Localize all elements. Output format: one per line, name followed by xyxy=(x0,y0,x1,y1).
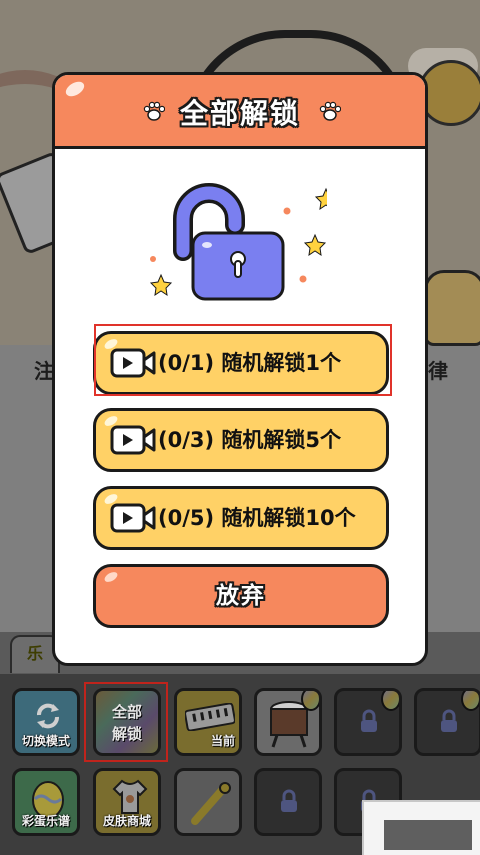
egg-score-label: 彩蛋乐谱 xyxy=(21,814,70,828)
unlock-10-progress: (0/5) xyxy=(158,506,215,530)
locked-tile[interactable] xyxy=(334,688,402,756)
lock-icon xyxy=(441,709,457,732)
skin-shop-label: 皮肤商城 xyxy=(102,814,151,828)
unlock-all-line1: 全部 xyxy=(111,703,142,721)
rubber-chicken-icon xyxy=(191,782,231,825)
switch-mode-label: 切换模式 xyxy=(21,734,70,748)
dialog-header: 全部解锁 xyxy=(55,75,425,149)
corner-card-shadow xyxy=(384,820,472,850)
skin-shop-tile[interactable]: 皮肤商城 xyxy=(93,768,161,836)
locked-dancer-tile[interactable] xyxy=(414,688,480,756)
egg-badge-icon xyxy=(461,691,479,711)
dialog-title: 全部解锁 xyxy=(179,97,300,130)
unlock-all-line2: 解锁 xyxy=(111,725,142,743)
shirt-icon xyxy=(112,779,148,814)
paw-icon xyxy=(319,101,341,121)
current-label: 当前 xyxy=(210,734,235,748)
unlock-10-button[interactable]: (0/5) 随机解锁10个 xyxy=(93,486,389,550)
unlock-all-tile[interactable]: 全部 解锁 xyxy=(93,688,161,756)
cat-decoration xyxy=(424,270,480,346)
unlock-1-text: (0/1) 随机解锁1个 xyxy=(158,334,378,392)
keyboard-instrument-tile[interactable]: 当前 xyxy=(174,688,242,756)
lock-icon xyxy=(361,709,377,732)
unlock-1-progress: (0/1) xyxy=(158,351,215,375)
unlock-5-text: (0/3) 随机解锁5个 xyxy=(158,411,378,469)
unlock-all-tile-text: 全部 解锁 xyxy=(96,701,158,745)
left-edge-text: 注 xyxy=(34,359,54,383)
keyboard-icon xyxy=(185,703,235,731)
switch-mode-tile[interactable]: 切换模式 xyxy=(12,688,80,756)
unlock-all-dialog: 全部解锁 (0/1) 随机解锁1个 (0/3) 随机解锁5个 (0/5) 随机解… xyxy=(52,72,428,666)
right-edge-text: 律 xyxy=(428,359,448,383)
egg-badge-icon xyxy=(301,691,319,711)
drum-instrument-tile[interactable] xyxy=(254,688,322,756)
unlock-10-label: 随机解锁10个 xyxy=(221,506,356,530)
locked-tile[interactable] xyxy=(254,768,322,836)
unlock-1-label: 随机解锁1个 xyxy=(221,351,342,375)
video-ad-icon xyxy=(110,348,156,378)
unlock-5-progress: (0/3) xyxy=(158,428,215,452)
egg-score-tile[interactable]: 彩蛋乐谱 xyxy=(12,768,80,836)
unlock-5-label: 随机解锁5个 xyxy=(221,428,342,452)
give-up-label: 放弃 xyxy=(216,583,266,609)
refresh-icon xyxy=(37,703,59,729)
unlock-5-button[interactable]: (0/3) 随机解锁5个 xyxy=(93,408,389,472)
lock-icon xyxy=(281,789,297,812)
rubber-chicken-tile[interactable] xyxy=(174,768,242,836)
corner-overlay-card xyxy=(362,800,480,855)
unlock-10-text: (0/5) 随机解锁10个 xyxy=(158,489,378,547)
video-ad-icon xyxy=(110,503,156,533)
give-up-button[interactable]: 放弃 xyxy=(93,564,389,628)
unlocked-padlock-icon xyxy=(149,183,327,301)
egg-badge-icon xyxy=(381,691,399,711)
video-ad-icon xyxy=(110,425,156,455)
unlock-1-button[interactable]: (0/1) 随机解锁1个 xyxy=(93,331,389,395)
